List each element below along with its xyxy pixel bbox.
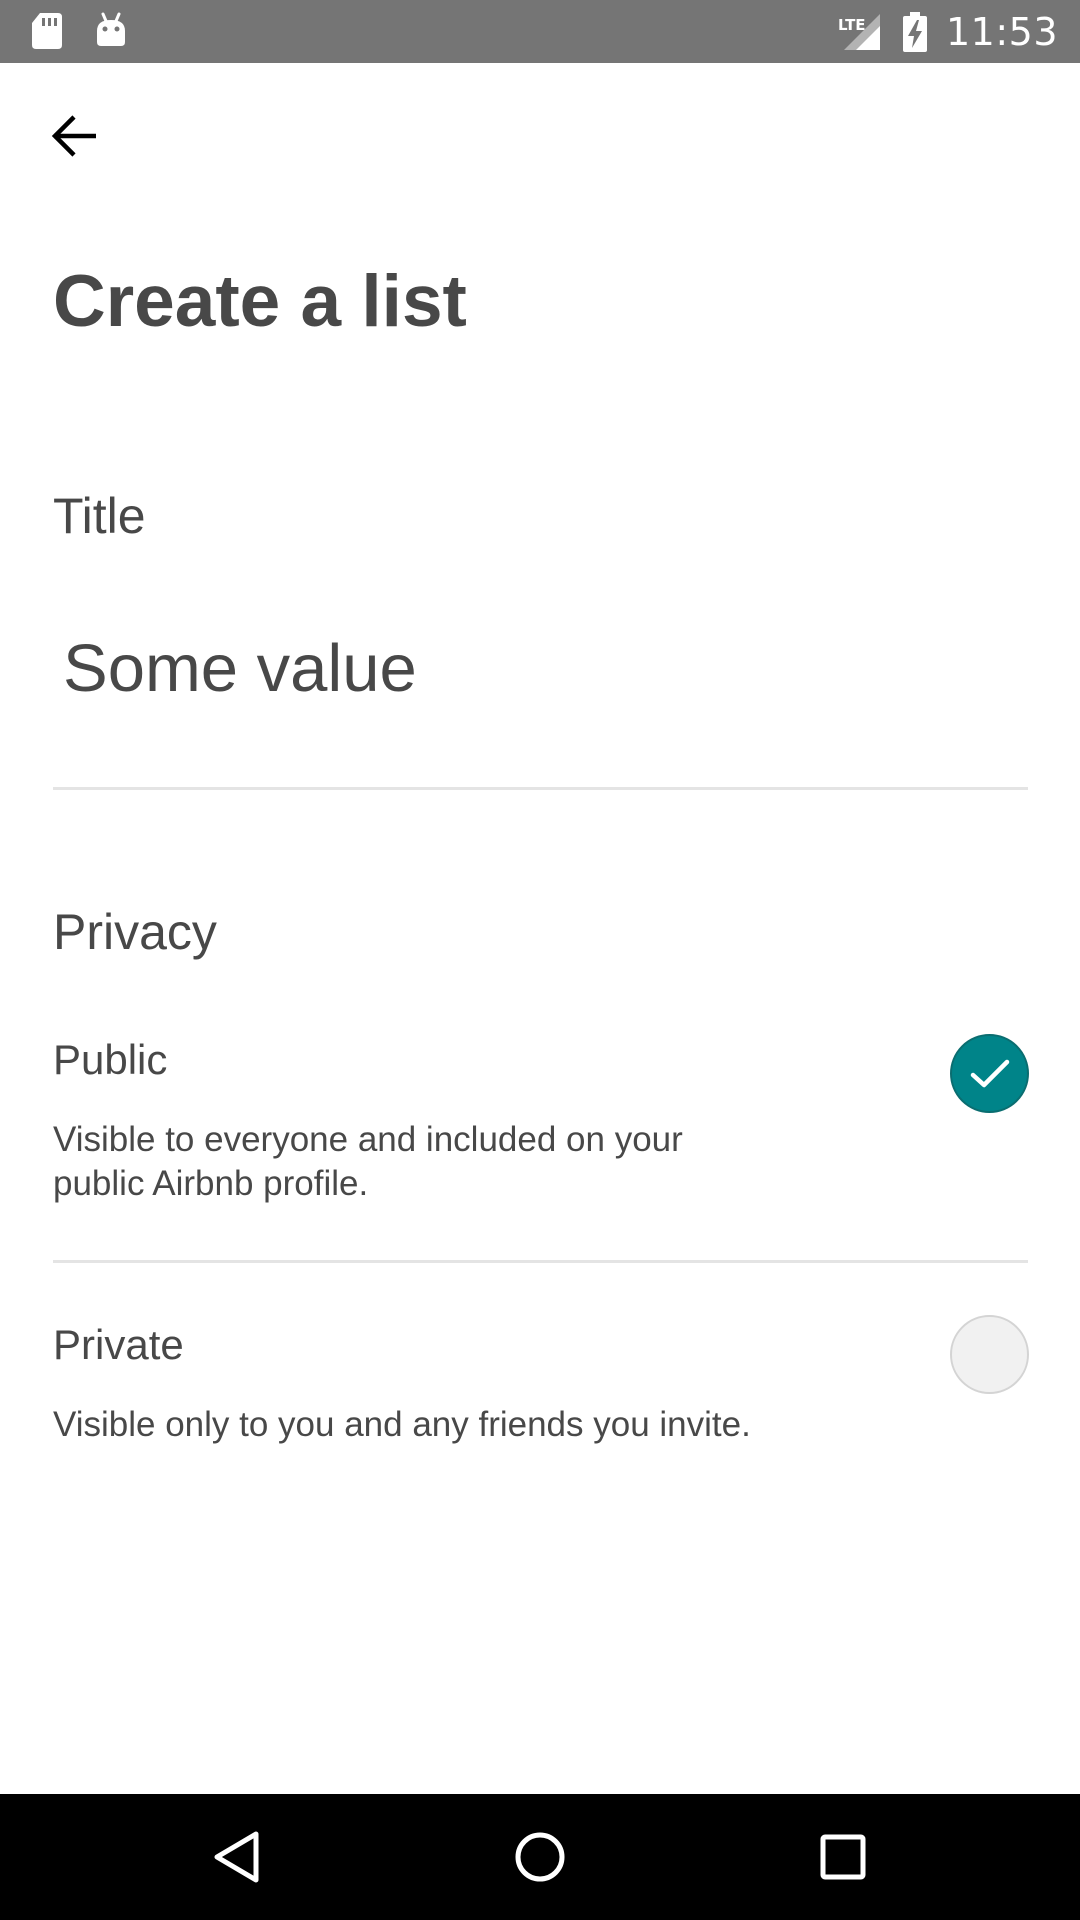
nav-home-button[interactable]	[502, 1819, 578, 1895]
privacy-option-private[interactable]: Private Visible only to you and any frie…	[53, 1315, 1029, 1465]
privacy-label: Privacy	[53, 904, 217, 960]
public-radio-selected[interactable]	[950, 1034, 1029, 1113]
checkmark-icon	[970, 1059, 1009, 1087]
system-navigation-bar	[0, 1794, 1080, 1920]
sd-card-icon	[32, 13, 62, 49]
lte-label: LTE	[838, 16, 866, 34]
recents-square-icon	[820, 1834, 866, 1880]
back-button[interactable]	[40, 104, 108, 168]
status-bar-notifications	[30, 11, 158, 51]
page-title: Create a list	[53, 261, 467, 342]
public-option-description: Visible to everyone and included on your…	[53, 1120, 683, 1203]
back-triangle-icon	[214, 1831, 259, 1883]
privacy-option-public[interactable]: Public Visible to everyone and included …	[53, 1030, 1029, 1220]
lte-signal-icon: LTE	[838, 13, 880, 50]
private-option-label: Private	[53, 1321, 184, 1368]
title-label: Title	[53, 488, 146, 544]
arrow-left-icon	[51, 115, 96, 157]
home-circle-icon	[515, 1832, 565, 1882]
android-icon	[97, 12, 125, 46]
status-bar-system: LTE 11:53	[836, 0, 1058, 63]
title-input-underline	[53, 787, 1028, 790]
nav-recents-button[interactable]	[805, 1819, 881, 1895]
private-radio-unselected[interactable]	[950, 1315, 1029, 1394]
status-bar: LTE 11:53	[0, 0, 1080, 63]
options-divider	[53, 1260, 1028, 1263]
nav-back-button[interactable]	[198, 1819, 274, 1895]
status-time: 11:53	[945, 9, 1058, 54]
private-option-description: Visible only to you and any friends you …	[53, 1405, 751, 1444]
battery-charging-icon	[902, 11, 927, 52]
public-option-label: Public	[53, 1036, 168, 1083]
title-input[interactable]	[53, 620, 1029, 716]
